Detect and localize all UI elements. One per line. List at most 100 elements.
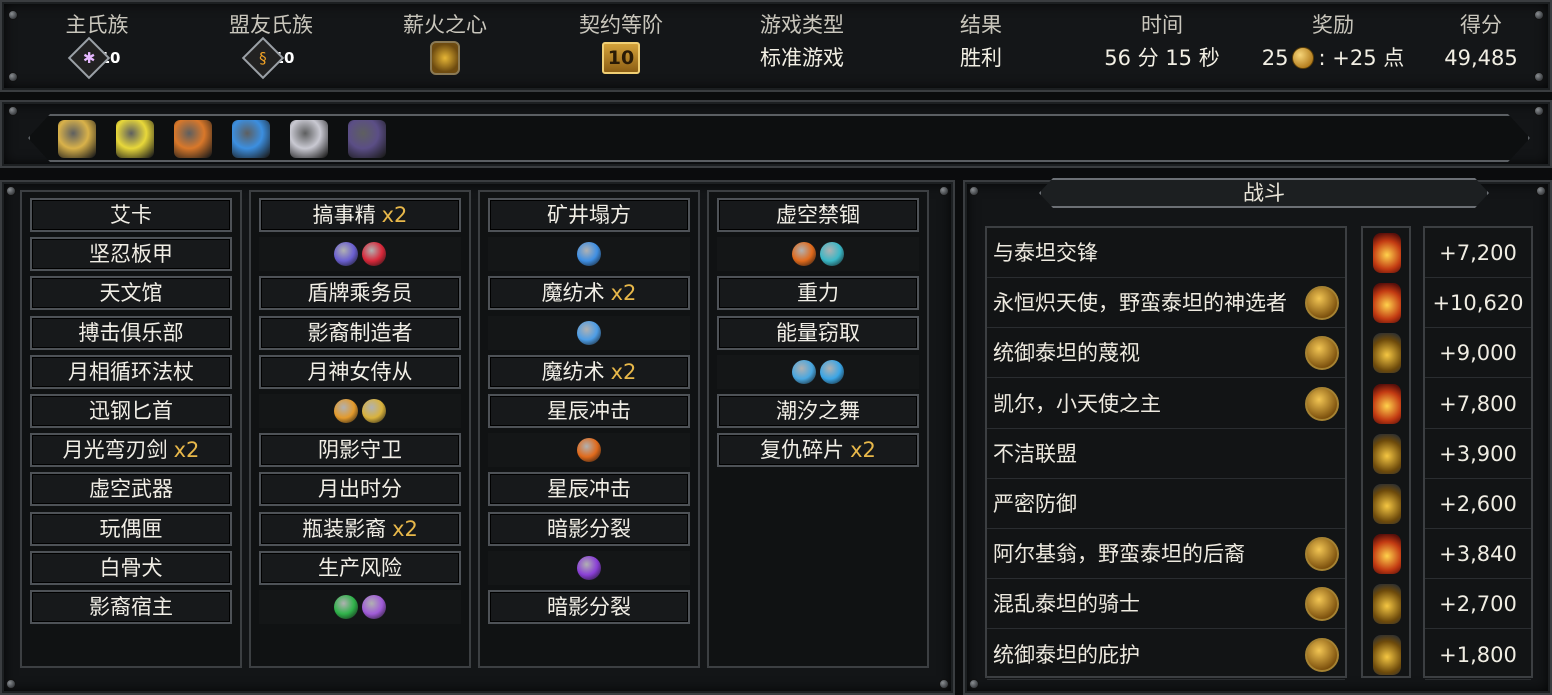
card-name: 影裔制造者 (307, 320, 413, 345)
fire-icon[interactable] (577, 438, 601, 463)
card-entry[interactable]: 盾牌乘务员 (259, 276, 461, 311)
covenant-book-icon: 10 (602, 42, 640, 74)
card-name: 潮汐之舞 (776, 399, 860, 423)
heart-icon[interactable] (362, 242, 386, 267)
deck-column: 搞事精 x2 盾牌乘务员影裔制造者月神女侍从阴影守卫月出时分瓶装影裔 x2 生产风险 (249, 190, 471, 668)
shadow-orb-relic-icon[interactable] (348, 120, 386, 158)
card-entry[interactable]: 潮汐之舞 (717, 394, 919, 428)
battle-name: 严密防御 (993, 492, 1077, 516)
card-entry[interactable]: 复仇碎片 x2 (717, 433, 919, 468)
card-entry[interactable]: 星辰冲击 (488, 394, 690, 428)
star-icon[interactable] (577, 242, 601, 267)
card-entry[interactable]: 能量窃取 (717, 315, 919, 350)
card-entry[interactable]: 白骨犬 (30, 550, 232, 585)
crystal-card-icon[interactable] (792, 359, 816, 384)
game-type-label: 游戏类型 (760, 13, 844, 37)
rivet (939, 679, 949, 689)
card-name: 魔纺术 (541, 281, 605, 306)
crown-icon[interactable] (362, 399, 386, 423)
card-entry[interactable]: 影裔制造者 (259, 315, 461, 350)
battle-row[interactable]: 统御泰坦的庇护 (987, 630, 1345, 680)
card-entry[interactable]: 天文馆 (30, 276, 232, 311)
battle-title: 战斗 (1039, 178, 1489, 208)
torch-icon (1373, 484, 1401, 524)
card-entry[interactable]: 魔纺术 x2 (488, 354, 690, 389)
ember-heart-icon (430, 41, 460, 75)
score-label: 得分 (1460, 13, 1502, 37)
card-entry[interactable]: 月光弯刃剑 x2 (30, 433, 232, 468)
purple-flame-icon[interactable] (577, 555, 601, 580)
cube-icon[interactable] (820, 359, 844, 384)
boot-icon[interactable] (334, 399, 358, 423)
battle-row[interactable]: 永恒炽天使，野蛮泰坦的神选者 (987, 278, 1345, 329)
battle-names-column: 与泰坦交锋 永恒炽天使，野蛮泰坦的神选者 统御泰坦的蔑视 凯尔，小天使之主 不洁联盟严密… (985, 226, 1347, 680)
battle-row[interactable]: 统御泰坦的蔑视 (987, 328, 1345, 379)
battle-score: +3,840 (1425, 529, 1531, 580)
battle-row[interactable]: 严密防御 (987, 479, 1345, 529)
upgrade-icons (488, 315, 690, 350)
wing-badge-icon[interactable] (1305, 286, 1339, 321)
card-entry[interactable]: 虚空武器 (30, 472, 232, 507)
card-entry[interactable]: 迅钢匕首 (30, 394, 232, 428)
main-tribe-stat: 主氏族 ✱ 10 (22, 10, 172, 80)
battle-row[interactable]: 与泰坦交锋 (987, 228, 1345, 278)
coin-icon (1292, 47, 1315, 69)
gold-coin-relic-icon[interactable] (58, 120, 96, 158)
card-name: 虚空禁锢 (776, 203, 860, 227)
card-entry[interactable]: 搞事精 x2 (259, 198, 461, 232)
yellow-crystal-relic-icon[interactable] (116, 120, 154, 158)
rivet (6, 679, 16, 689)
upgrade-icons (488, 550, 690, 585)
moon-icon[interactable] (334, 242, 358, 267)
battle-row[interactable]: 阿尔基翁，野蛮泰坦的后裔 (987, 529, 1345, 580)
battle-row[interactable]: 混乱泰坦的骑士 (987, 579, 1345, 630)
deck-column: 虚空禁锢重力能量窃取潮汐之舞复仇碎片 x2 (707, 190, 929, 668)
cards-icon[interactable] (820, 242, 844, 267)
card-entry[interactable]: 阴影守卫 (259, 433, 461, 468)
flame-frame-relic-icon[interactable] (174, 120, 212, 158)
torch-icon (1373, 233, 1401, 273)
card-entry[interactable]: 暗影分裂 (488, 511, 690, 546)
blue-shard-relic-icon[interactable] (232, 120, 270, 158)
battle-score: +3,900 (1425, 429, 1531, 479)
feather-icon[interactable] (362, 595, 386, 619)
card-entry[interactable]: 搏击俱乐部 (30, 315, 232, 350)
card-entry[interactable]: 月神女侍从 (259, 354, 461, 389)
hex-badge-icon[interactable] (1305, 587, 1339, 622)
card-entry[interactable]: 影裔宿主 (30, 590, 232, 624)
card-entry[interactable]: 坚忍板甲 (30, 237, 232, 272)
battle-score: +9,000 (1425, 328, 1531, 379)
eye-icon[interactable] (334, 595, 358, 619)
deck-column: 矿井塌方 魔纺术 x2 魔纺术 x2 星辰冲击 星辰冲击 暗影分裂 暗影分裂 (478, 190, 700, 668)
battle-row[interactable]: 不洁联盟 (987, 429, 1345, 479)
card-entry[interactable]: 月相循环法杖 (30, 354, 232, 389)
card-entry[interactable]: 星辰冲击 (488, 472, 690, 507)
spark-icon[interactable] (577, 320, 601, 345)
card-name: 暗影分裂 (547, 595, 631, 619)
battle-row[interactable]: 凯尔，小天使之主 (987, 379, 1345, 429)
card-entry[interactable]: 暗影分裂 (488, 590, 690, 624)
gold-bar-badge-icon[interactable] (1305, 637, 1339, 672)
card-entry[interactable]: 魔纺术 x2 (488, 276, 690, 311)
sun-badge-icon[interactable] (1305, 386, 1339, 421)
battle-panel: 战斗 与泰坦交锋 永恒炽天使，野蛮泰坦的神选者 统御泰坦的蔑视 凯尔，小天使之主 不洁联… (963, 180, 1552, 695)
card-count: x2 (610, 359, 637, 384)
drop-badge-icon[interactable] (1305, 336, 1339, 371)
silver-ring-relic-icon[interactable] (290, 120, 328, 158)
card-entry[interactable]: 矿井塌方 (488, 198, 690, 232)
card-entry[interactable]: 月出时分 (259, 472, 461, 507)
card-entry[interactable]: 玩偶匣 (30, 511, 232, 546)
battle-score: +1,800 (1425, 630, 1531, 680)
deck-panel: 艾卡坚忍板甲天文馆搏击俱乐部月相循环法杖 迅钢匕首月光弯刃剑 x2 虚空武器玩偶匣白骨… (0, 180, 955, 695)
score-value: 49,485 (1444, 46, 1518, 70)
card-entry[interactable]: 艾卡 (30, 198, 232, 232)
score-stat: 得分 49,485 (1406, 10, 1552, 76)
card-entry[interactable]: 虚空禁锢 (717, 198, 919, 232)
fire-icon[interactable] (792, 242, 816, 267)
torch-icon (1373, 433, 1401, 474)
fist-badge-icon[interactable] (1305, 537, 1339, 572)
card-entry[interactable]: 生产风险 (259, 550, 461, 585)
run-summary-header: 主氏族 ✱ 10 盟友氏族 § 10 薪火之心 契约等阶 10 游戏类型 标准游… (0, 0, 1552, 92)
card-entry[interactable]: 重力 (717, 276, 919, 311)
card-entry[interactable]: 瓶装影裔 x2 (259, 511, 461, 546)
